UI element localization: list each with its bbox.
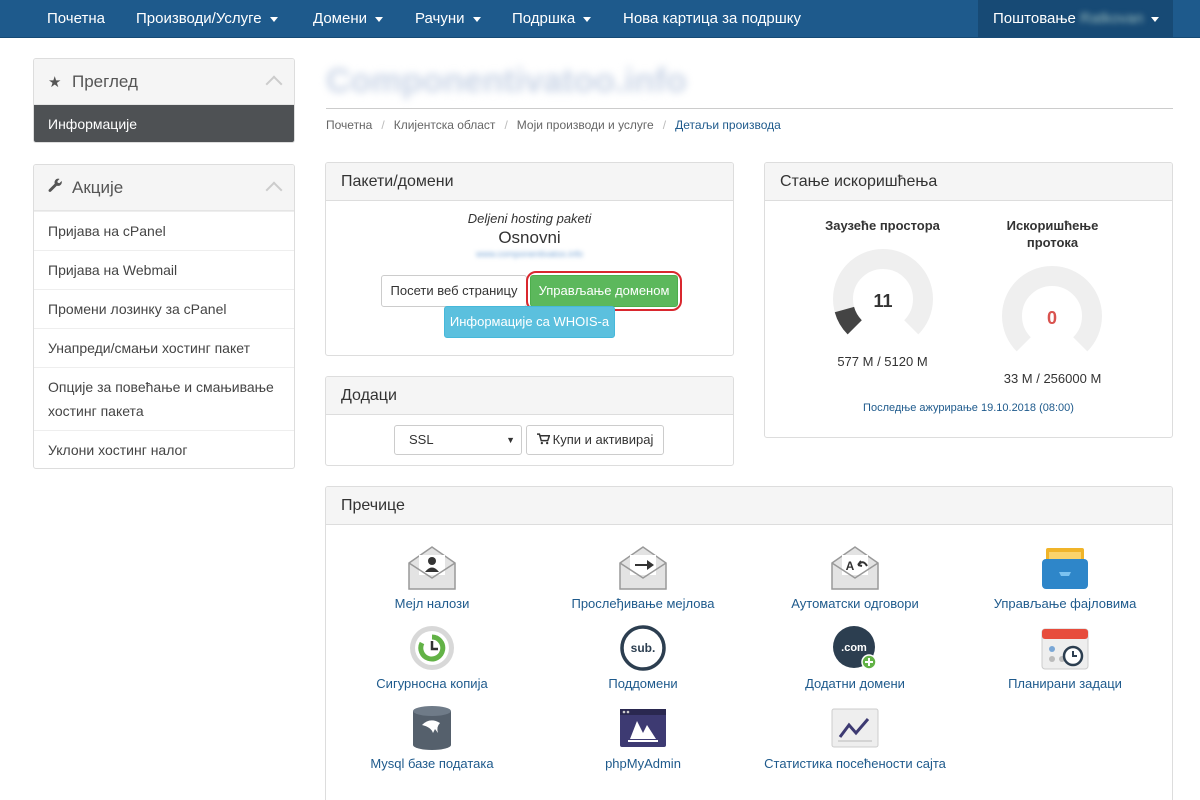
- sidebar-item-cancel[interactable]: Уклони хостинг налог: [34, 430, 294, 468]
- disk-usage-text: 577 M / 5120 M: [837, 354, 928, 369]
- sidebar-item-upgrade[interactable]: Унапреди/смањи хостинг пакет: [34, 328, 294, 367]
- shortcut-cron-jobs[interactable]: Планирани задаци: [965, 625, 1165, 692]
- backup-icon: [410, 626, 454, 670]
- caret-down-icon: [1151, 16, 1160, 22]
- file-manager-icon: [1042, 548, 1088, 589]
- shortcut-site-stats[interactable]: Статистика посећености сајта: [755, 705, 955, 772]
- highlight-ring: [526, 271, 682, 311]
- shortcut-subdomains[interactable]: sub. Поддомени: [543, 625, 743, 692]
- shortcut-email-forwarders[interactable]: Прослеђивање мејлова: [543, 545, 743, 612]
- email-accounts-icon: [408, 546, 456, 590]
- shortcuts-card-header: Пречице: [326, 487, 1172, 525]
- buy-activate-button[interactable]: Купи и активирај: [526, 425, 664, 455]
- bandwidth-usage-title: Искоришћење протока: [1006, 218, 1099, 250]
- addons-card: Додаци SSL ▼ Купи и активирај: [325, 376, 734, 466]
- site-stats-icon: [831, 708, 879, 748]
- sidebar-item-webmail-login[interactable]: Пријава на Webmail: [34, 250, 294, 289]
- addons-card-header: Додаци: [326, 377, 733, 415]
- svg-text:A: A: [846, 559, 855, 573]
- shortcut-addon-domains[interactable]: .com Додатни домени: [755, 625, 955, 692]
- package-card-header: Пакети/домени: [326, 163, 733, 201]
- breadcrumb-home[interactable]: Почетна: [326, 118, 372, 132]
- nav-home[interactable]: Почетна: [47, 0, 105, 38]
- top-navbar: Почетна Производи/Услуге Домени Рачуни П…: [0, 0, 1200, 38]
- sidebar-item-change-password[interactable]: Промени лозинку за cPanel: [34, 289, 294, 328]
- page-title: Componentivatoo.info: [326, 62, 687, 100]
- caret-down-icon: [269, 16, 278, 22]
- sidebar-item-cpanel-login[interactable]: Пријава на cPanel: [34, 211, 294, 250]
- user-menu-label: Поштовање Ratkovan: [993, 0, 1160, 38]
- nav-domains[interactable]: Домени: [313, 0, 383, 38]
- user-name: Ratkovan: [1080, 10, 1144, 27]
- nav-billing[interactable]: Рачуни: [415, 0, 481, 38]
- caret-down-icon: [583, 16, 592, 22]
- email-forwarders-icon: [619, 546, 667, 590]
- breadcrumb-client-area[interactable]: Клијентска област: [394, 118, 496, 132]
- shopping-cart-icon: [536, 433, 551, 445]
- wrench-icon: [48, 166, 66, 212]
- shortcut-mysql[interactable]: Mysql базе података: [332, 705, 532, 772]
- disk-usage-value: 11: [873, 291, 892, 311]
- sidebar-item-info[interactable]: Информације: [34, 105, 294, 142]
- chevron-up-icon[interactable]: [265, 181, 283, 199]
- star-icon: ★: [48, 74, 62, 91]
- bandwidth-usage-value: 0: [1047, 308, 1057, 328]
- caret-down-icon: [375, 16, 383, 22]
- package-domain: www.componentivatoo.info: [475, 249, 584, 259]
- bandwidth-usage-gauge: 0: [1002, 266, 1102, 352]
- shortcut-phpmyadmin[interactable]: phpMyAdmin: [543, 705, 743, 772]
- nav-products[interactable]: Производи/Услуге: [136, 0, 278, 38]
- breadcrumb-my-products[interactable]: Моји производи и услуге: [517, 118, 654, 132]
- package-card: Пакети/домени Deljeni hosting paketi Osn…: [325, 162, 734, 356]
- sidebar-actions-panel: Акције Пријава на cPanel Пријава на Webm…: [33, 164, 295, 469]
- breadcrumb: Почетна / Клијентска област / Моји производи…: [326, 118, 781, 132]
- usage-card-header: Стање искоришћења: [765, 163, 1172, 201]
- shortcut-autoresponders[interactable]: A Аутоматски одговори: [755, 545, 955, 612]
- subdomains-icon: sub.: [620, 625, 666, 671]
- shortcut-email-accounts[interactable]: Мејл налози: [332, 545, 532, 612]
- select-arrow-icon: ▼: [506, 435, 515, 445]
- title-divider: [326, 108, 1173, 109]
- addon-domains-icon: .com: [833, 626, 877, 670]
- addon-select[interactable]: SSL ▼: [394, 425, 522, 455]
- user-menu[interactable]: Поштовање Ratkovan: [978, 0, 1173, 38]
- autoresponders-icon: A: [831, 546, 879, 590]
- whois-info-button[interactable]: Информације са WHOIS-а: [444, 306, 615, 338]
- disk-usage-gauge: 11: [833, 249, 933, 335]
- shortcut-backup[interactable]: Сигурносна копија: [332, 625, 532, 692]
- shortcut-file-manager[interactable]: Управљање фајловима: [965, 545, 1165, 612]
- mysql-icon: [413, 706, 451, 750]
- cron-jobs-icon: [1041, 628, 1089, 670]
- visit-website-button[interactable]: Посети веб страницу: [381, 275, 527, 307]
- disk-usage-title: Заузеће простора: [825, 218, 940, 233]
- nav-support[interactable]: Подршка: [512, 0, 592, 38]
- bandwidth-usage-text: 33 M / 256000 M: [1003, 371, 1102, 386]
- breadcrumb-current: Детаљи производа: [675, 118, 781, 132]
- nav-new-ticket[interactable]: Нова картица за подршку: [623, 0, 801, 38]
- package-name: Osnovni: [498, 228, 561, 247]
- svg-text:.com: .com: [841, 642, 867, 654]
- svg-text:sub.: sub.: [631, 641, 656, 655]
- chevron-up-icon[interactable]: [265, 75, 283, 93]
- sidebar-overview-panel: ★ Преглед Информације: [33, 58, 295, 143]
- sidebar-overview-header[interactable]: ★ Преглед: [34, 59, 294, 105]
- usage-card: Стање искоришћења Заузеће простора 11 57…: [764, 162, 1173, 438]
- usage-updated-text: Последње ажурирање 19.10.2018 (08:00): [863, 402, 1074, 414]
- sidebar-item-config-options[interactable]: Опције за повећање и смањивање хостинг п…: [34, 367, 294, 430]
- caret-down-icon: [472, 16, 481, 22]
- sidebar-actions-header[interactable]: Акције: [34, 165, 294, 211]
- phpmyadmin-icon: [620, 709, 666, 747]
- shortcuts-card: Пречице Мејл налози Прослеђивање мејлова…: [325, 486, 1173, 800]
- package-group: Deljeni hosting paketi: [467, 211, 592, 226]
